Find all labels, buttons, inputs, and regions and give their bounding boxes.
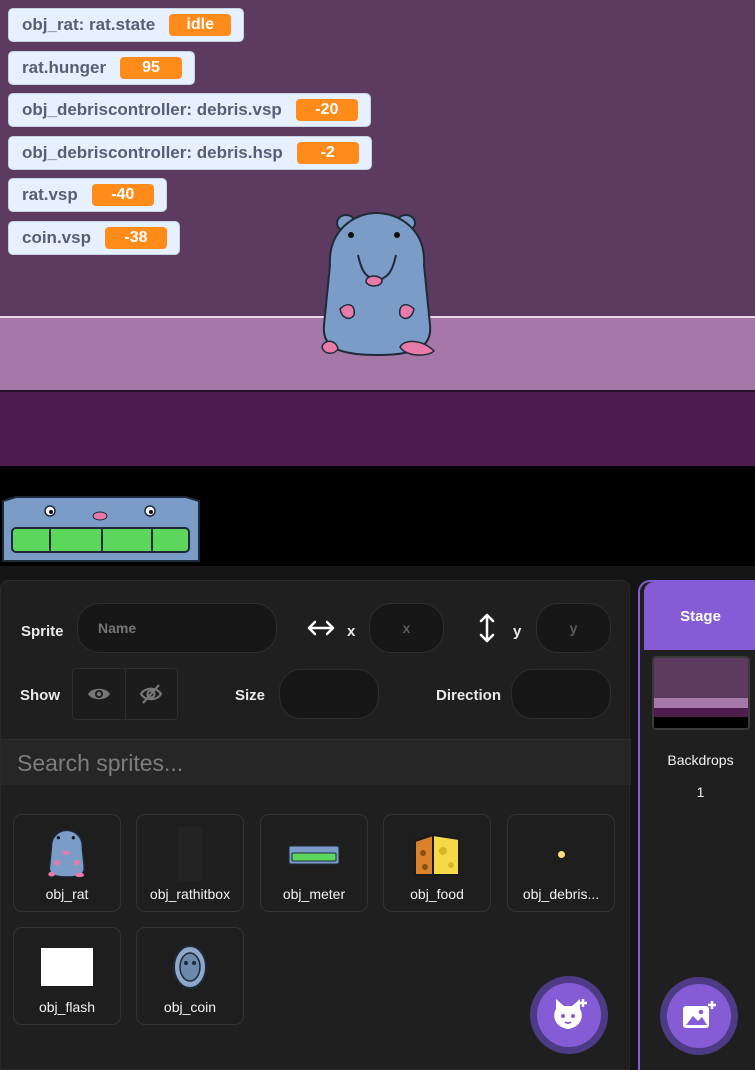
coin-thumbnail — [137, 938, 243, 996]
sprite-search-bar — [1, 739, 631, 785]
search-sprites-input[interactable] — [17, 748, 617, 778]
meter-sprite[interactable] — [0, 493, 202, 565]
stage-floor-front — [0, 390, 755, 466]
show-sprite-button[interactable] — [73, 669, 125, 719]
eye-slash-icon — [140, 684, 163, 704]
direction-field[interactable] — [511, 669, 611, 719]
hitbox-thumbnail — [137, 825, 243, 883]
x-label: x — [347, 623, 356, 640]
vertical-arrows-icon — [479, 613, 495, 643]
horizontal-arrows-icon — [307, 620, 335, 636]
sprite-name: obj_flash — [38, 999, 96, 1015]
sprite-tile-obj-rathitbox[interactable]: obj_rathitbox — [136, 814, 244, 912]
sprite-name: obj_rathitbox — [149, 886, 231, 902]
sprite-name-row: Sprite x x y y — [1, 603, 631, 663]
y-field[interactable]: y — [536, 603, 611, 653]
size-label: Size — [235, 687, 266, 704]
monitor-label: coin.vsp — [22, 228, 91, 247]
sprite-name: obj_debris... — [522, 886, 600, 902]
visibility-toggle-group — [72, 668, 178, 720]
backdrops-count: 1 — [696, 784, 705, 800]
sprite-tile-obj-debris[interactable]: obj_debris... — [507, 814, 615, 912]
direction-label: Direction — [436, 687, 502, 704]
eye-icon — [87, 688, 110, 700]
show-label: Show — [20, 687, 60, 704]
variable-monitor[interactable]: coin.vsp -38 — [8, 221, 180, 255]
sprite-name: obj_rat — [45, 886, 89, 902]
size-field[interactable] — [279, 669, 379, 719]
stage-selector[interactable]: Stage Backdrops 1 — [638, 580, 755, 1070]
image-plus-icon — [683, 1001, 716, 1028]
sprite-name: obj_food — [410, 886, 464, 902]
stage-canvas[interactable]: obj_rat: rat.state idle rat.hunger 95 ob… — [0, 0, 755, 566]
monitor-label: rat.hunger — [22, 58, 107, 77]
variable-monitor[interactable]: obj_debriscontroller: debris.hsp -2 — [8, 136, 372, 170]
sprite-tile-obj-coin[interactable]: obj_coin — [136, 927, 244, 1025]
cat-plus-icon — [554, 999, 587, 1029]
stage-thumbnail[interactable] — [652, 656, 750, 730]
add-backdrop-button[interactable] — [660, 977, 738, 1055]
sprite-editor-area: Sprite x x y y Show — [0, 566, 755, 1070]
sprite-props-row: Show Size Direction — [1, 668, 631, 728]
sprite-name-input[interactable] — [77, 603, 277, 653]
sprite-tile-obj-flash[interactable]: obj_flash — [13, 927, 121, 1025]
monitor-label: obj_debriscontroller: debris.hsp — [22, 143, 283, 162]
sprite-tile-obj-food[interactable]: obj_food — [383, 814, 491, 912]
flash-thumbnail — [14, 938, 120, 996]
monitor-label: rat.vsp — [22, 185, 78, 204]
rat-sprite[interactable] — [310, 205, 445, 365]
monitor-value: idle — [169, 14, 232, 36]
monitor-value: -38 — [104, 227, 167, 249]
sprite-tile-obj-meter[interactable]: obj_meter — [260, 814, 368, 912]
sprite-name: obj_meter — [282, 886, 346, 902]
y-label: y — [513, 623, 522, 640]
monitor-value: -2 — [296, 142, 359, 164]
sprite-label: Sprite — [21, 623, 64, 640]
monitor-label: obj_rat: rat.state — [22, 15, 156, 34]
sprite-info-panel: Sprite x x y y Show — [0, 580, 631, 1070]
variable-monitor[interactable]: obj_debriscontroller: debris.vsp -20 — [8, 93, 371, 127]
variable-monitor[interactable]: rat.hunger 95 — [8, 51, 196, 85]
hide-sprite-button[interactable] — [124, 669, 177, 719]
add-sprite-button[interactable] — [530, 976, 608, 1054]
meter-thumbnail — [261, 825, 367, 883]
monitor-label: obj_debriscontroller: debris.vsp — [22, 100, 282, 119]
monitor-value: -40 — [91, 184, 154, 206]
cheese-thumbnail — [384, 825, 490, 883]
backdrops-label: Backdrops — [667, 752, 734, 768]
stage-title: Stage — [680, 607, 721, 625]
variable-monitor[interactable]: rat.vsp -40 — [8, 178, 167, 212]
monitor-value: 95 — [120, 57, 183, 79]
stage-header: Stage — [644, 582, 755, 650]
sprite-name: obj_coin — [163, 999, 217, 1015]
debris-thumbnail — [508, 825, 614, 883]
monitor-value: -20 — [295, 99, 358, 121]
x-field[interactable]: x — [369, 603, 444, 653]
sprite-tile-obj-rat[interactable]: obj_rat — [13, 814, 121, 912]
variable-monitor[interactable]: obj_rat: rat.state idle — [8, 8, 245, 42]
rat-thumbnail — [14, 825, 120, 883]
